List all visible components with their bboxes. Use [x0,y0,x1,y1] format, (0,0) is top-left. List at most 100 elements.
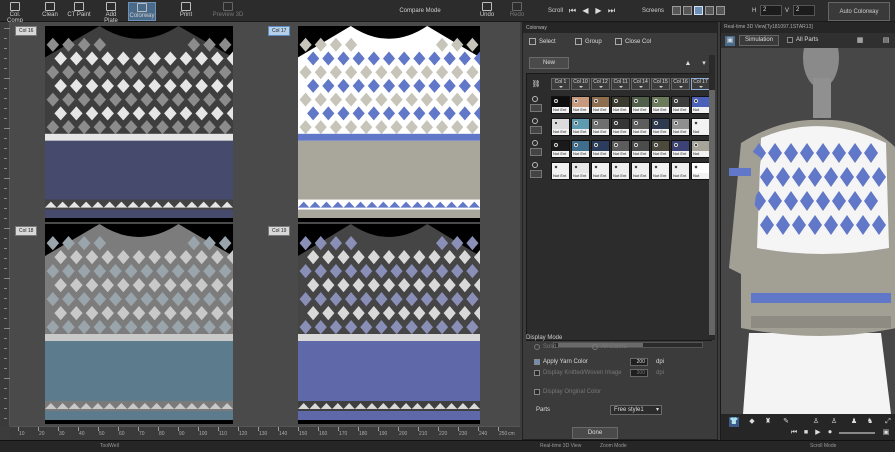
quad-col18[interactable]: Col 18 [13,224,263,424]
colorway-column-header[interactable]: Col 12 [591,78,610,90]
color-swatch[interactable]: Not Ent [551,96,570,114]
colorway-column-header[interactable]: Col 1 [551,78,570,90]
body-icon[interactable]: ♙ [811,417,821,427]
row-expand-toggle[interactable] [530,126,542,134]
color-swatch[interactable]: Not [691,118,710,136]
row-expand-toggle[interactable] [530,170,542,178]
quad-col16[interactable]: Col 16 [13,24,263,222]
panel-icon[interactable]: ▤ [881,36,891,46]
knit-sheet[interactable] [298,224,480,424]
color-swatch[interactable]: Not Ent [671,162,690,180]
color-swatch[interactable]: Not Ent [631,96,650,114]
colorway-column-header[interactable]: Col 17 [691,78,710,90]
col-label[interactable]: Col 16 [15,26,38,36]
colorway-horizontal-scrollbar[interactable] [553,342,703,348]
shirt-icon[interactable]: 👕 [729,417,739,427]
v-spinner[interactable]: 2 [793,5,815,16]
link-icon[interactable]: ⛓ [531,80,541,90]
display-knitted-checkbox[interactable] [534,370,540,376]
screen-capture-icon[interactable]: ▣ [881,428,891,438]
solid-radio[interactable] [534,344,540,350]
quad-col19[interactable]: Col 19 [266,224,520,424]
done-button[interactable]: Done [572,427,618,439]
color-swatch[interactable]: Not Ent [591,96,610,114]
trash-icon[interactable]: ▾ [699,59,709,69]
hanger-icon[interactable]: ♜ [763,417,773,427]
color-swatch[interactable]: Not Ent [651,162,670,180]
avatar-model[interactable] [721,48,895,414]
color-swatch[interactable]: Not Ent [611,162,630,180]
colorway-column-header[interactable]: Col 10 [571,78,590,90]
color-swatch[interactable]: Not [691,162,710,180]
display-original-color-checkbox[interactable] [534,389,540,395]
color-swatch[interactable]: Not Ent [551,162,570,180]
group-button[interactable]: Group [575,36,602,48]
knit-sheet[interactable] [45,26,233,222]
screen-2x3-icon[interactable] [705,6,714,15]
colorway-column-header[interactable]: Col 15 [651,78,670,90]
color-swatch[interactable]: Not Ent [671,118,690,136]
ct-paint-button[interactable]: CT Paint [66,2,92,21]
add-plate-button[interactable]: Add Plate [98,2,124,24]
all-colors-radio[interactable] [592,344,598,350]
undo-button[interactable]: Undo [478,2,496,21]
display-knitted-dpi-input[interactable]: 200 [630,369,648,377]
colorway-vertical-scrollbar[interactable] [709,55,715,340]
color-swatch[interactable]: Not Ent [551,118,570,136]
screen-1x2-icon[interactable] [683,6,692,15]
all-parts-checkbox[interactable] [787,37,793,43]
knit-sheet[interactable] [298,26,480,222]
select-button[interactable]: Select [529,36,556,48]
new-button[interactable]: New [529,57,569,69]
col-label[interactable]: Col 18 [15,226,38,236]
grid-icon[interactable]: ▦ [855,36,865,46]
screen-1x1-icon[interactable] [672,6,681,15]
record-icon[interactable]: ⏺ [825,428,835,438]
row-expand-toggle[interactable] [530,104,542,112]
speed-slider[interactable] [839,432,875,434]
drop-icon[interactable]: ▲ [683,59,693,69]
color-swatch[interactable]: Not Ent [591,140,610,158]
color-swatch[interactable]: Not Ent [671,96,690,114]
next-page-icon[interactable]: ▶ [594,6,603,15]
simulation-button[interactable]: Simulation [739,35,779,46]
color-swatch[interactable]: Not [691,96,710,114]
print-button[interactable]: Print [176,2,196,21]
color-swatch[interactable]: Not Ent [571,140,590,158]
preview-3d-button[interactable]: Preview 3D [212,2,244,21]
stop-icon[interactable]: ■ [801,428,811,438]
close-col-button[interactable]: Close Col [615,36,651,48]
colorway-button[interactable]: Colorway [128,2,156,21]
col-comp-button[interactable]: Col. Comp [4,2,26,24]
color-swatch[interactable]: Not Ent [651,140,670,158]
last-page-icon[interactable]: ⏭ [607,6,616,15]
pen-icon[interactable]: ✎ [781,417,791,427]
color-swatch[interactable]: Not Ent [631,162,650,180]
apply-yarn-color-checkbox[interactable] [534,359,540,365]
colorway-column-header[interactable]: Col 16 [671,78,690,90]
scroll-thumb[interactable] [709,90,715,335]
first-page-icon[interactable]: ⏮ [568,6,577,15]
apply-yarn-color-dpi-input[interactable]: 200 [630,358,648,366]
color-swatch[interactable]: Not [691,140,710,158]
screen-3x3-icon[interactable] [716,6,725,15]
row-expand-toggle[interactable] [530,148,542,156]
pose-icon[interactable]: ♞ [865,417,875,427]
color-swatch[interactable]: Not Ent [571,118,590,136]
col-label[interactable]: Col 17 [268,26,291,36]
view-icon[interactable]: ▣ [725,36,735,46]
colorway-column-header[interactable]: Col 14 [631,78,650,90]
pin-icon[interactable]: ◆ [747,417,757,427]
color-swatch[interactable]: Not Ent [671,140,690,158]
knit-sheet[interactable] [45,224,233,424]
play-icon[interactable]: ▶ [813,428,823,438]
color-swatch[interactable]: Not Ent [651,96,670,114]
color-swatch[interactable]: Not Ent [571,162,590,180]
color-swatch[interactable]: Not Ent [611,96,630,114]
auto-colorway-button[interactable]: Auto Colorway [828,2,890,21]
clean-button[interactable]: Clean [40,2,60,21]
color-swatch[interactable]: Not Ent [651,118,670,136]
color-swatch[interactable]: Not Ent [591,118,610,136]
multi-icon[interactable]: ♟ [849,417,859,427]
colorway-column-header[interactable]: Col 11 [611,78,630,90]
